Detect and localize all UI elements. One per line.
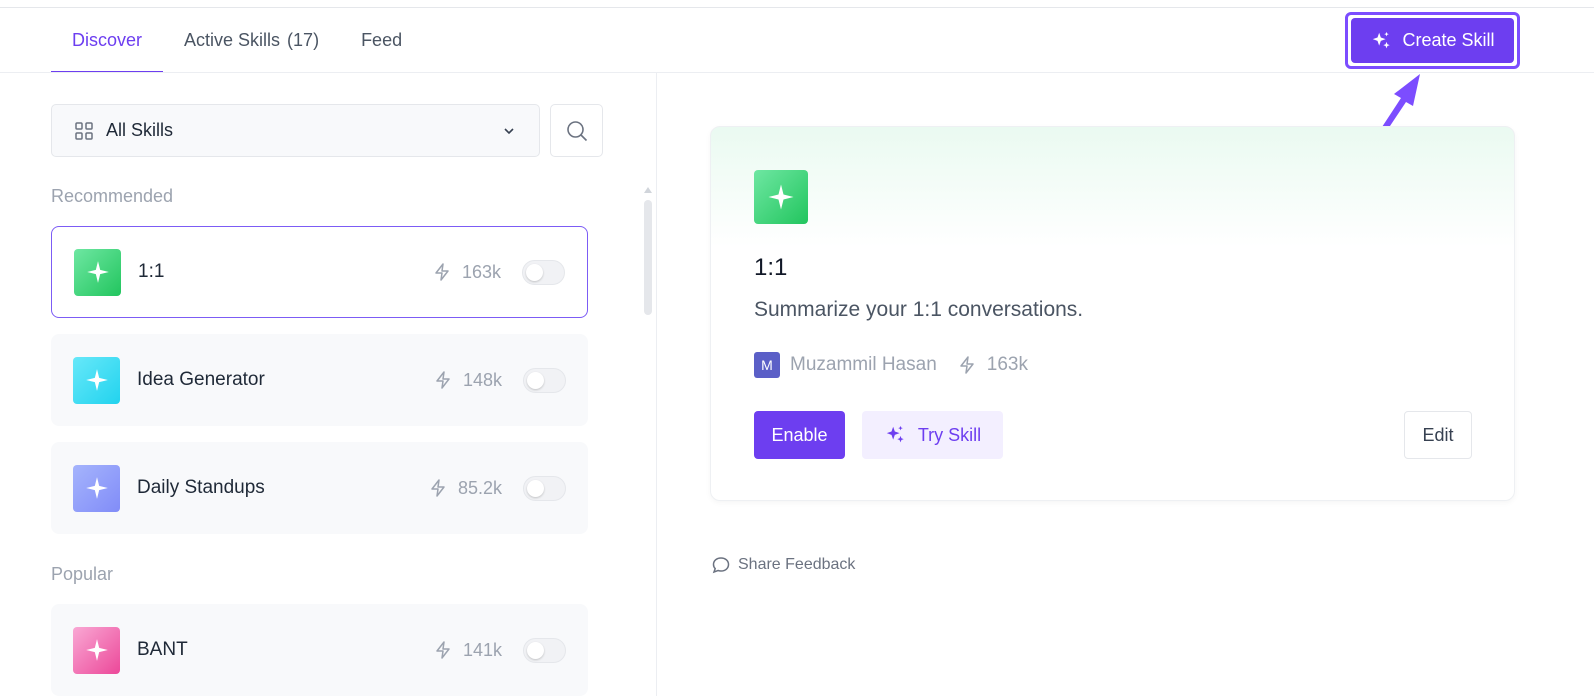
skills-filter-dropdown[interactable]: All Skills [51, 104, 540, 157]
skill-card-bant[interactable]: BANT 141k [51, 604, 588, 696]
skill-usage: 85.2k [428, 478, 502, 499]
skill-toggle[interactable] [523, 637, 566, 663]
search-icon [566, 120, 587, 141]
chevron-down-icon [504, 127, 514, 134]
tab-discover[interactable]: Discover [51, 8, 164, 73]
sparkles-icon [1373, 31, 1391, 48]
skill-name: BANT [137, 639, 188, 660]
skill-avatar [73, 356, 120, 404]
skill-name: Daily Standups [137, 477, 265, 498]
detail-skill-avatar [754, 170, 808, 224]
usage-count: 148k [462, 369, 502, 390]
skill-card-idea-generator[interactable]: Idea Generator 148k [51, 334, 588, 426]
create-skill-label: Create Skill [1402, 30, 1495, 50]
detail-meta: M Muzammil Hasan 163k [754, 352, 1028, 378]
create-skill-highlight: Create Skill [1345, 12, 1520, 69]
usage-count: 85.2k [457, 477, 502, 498]
sparkle-icon [85, 477, 108, 499]
try-skill-label: Try Skill [917, 424, 982, 445]
section-popular: Popular [51, 564, 114, 584]
usage-count: 141k [462, 639, 502, 660]
tab-label: Feed [361, 30, 403, 50]
lightning-icon [431, 479, 445, 497]
skill-card-1-1[interactable]: 1:1 163k [51, 226, 588, 318]
sparkles-icon [886, 425, 904, 443]
tab-label: Active Skills [184, 30, 281, 50]
skill-detail-card: 1:1 Summarize your 1:1 conversations. M … [710, 126, 1515, 501]
usage-count: 163k [461, 261, 501, 282]
sparkle-icon [85, 369, 108, 391]
tab-label: Discover [72, 30, 143, 50]
tab-count: (17) [287, 30, 320, 50]
skill-card-daily-standups[interactable]: Daily Standups 85.2k [51, 442, 588, 534]
filter-label: All Skills [106, 120, 174, 140]
edit-button[interactable]: Edit [1404, 411, 1472, 459]
skill-avatar [73, 626, 120, 674]
share-feedback-link[interactable]: Share Feedback [711, 555, 855, 575]
tab-bar: Discover Active Skills (17) Feed [51, 8, 423, 73]
create-skill-button[interactable]: Create Skill [1351, 18, 1514, 63]
skill-usage: 163k [432, 262, 501, 283]
tab-feed[interactable]: Feed [340, 8, 423, 73]
lightning-icon [436, 371, 450, 389]
skill-avatar [74, 248, 121, 296]
sparkle-icon [86, 261, 109, 283]
section-recommended: Recommended [51, 186, 174, 206]
panel-divider [656, 73, 657, 696]
sparkle-icon [85, 639, 108, 661]
chat-bubble-icon [712, 557, 730, 574]
lightning-icon [435, 263, 449, 281]
detail-description: Summarize your 1:1 conversations. [754, 298, 1084, 321]
skill-avatar [73, 464, 120, 512]
try-skill-button[interactable]: Try Skill [862, 411, 1003, 459]
skill-name: 1:1 [138, 261, 165, 282]
skill-usage: 141k [433, 640, 502, 661]
lightning-icon [960, 356, 974, 374]
scrollbar-thumb[interactable] [644, 200, 652, 315]
skill-name: Idea Generator [137, 369, 265, 390]
enable-button[interactable]: Enable [754, 411, 845, 459]
search-button[interactable] [550, 104, 603, 157]
scroll-up-arrow[interactable] [644, 187, 652, 193]
skill-toggle[interactable] [523, 475, 566, 501]
skill-toggle[interactable] [522, 259, 565, 285]
lightning-icon [436, 641, 450, 659]
grid-icon [75, 121, 93, 140]
tabs-divider [0, 72, 1594, 73]
sparkle-icon [768, 184, 794, 210]
author-name: Muzammil Hasan [790, 354, 937, 375]
usage-count: 163k [986, 354, 1028, 375]
skill-toggle[interactable] [523, 367, 566, 393]
skill-usage: 148k [433, 370, 502, 391]
author-avatar: M [754, 352, 780, 378]
tab-active-skills[interactable]: Active Skills (17) [163, 8, 340, 73]
detail-title: 1:1 [754, 254, 788, 281]
share-feedback-label: Share Feedback [738, 556, 856, 573]
